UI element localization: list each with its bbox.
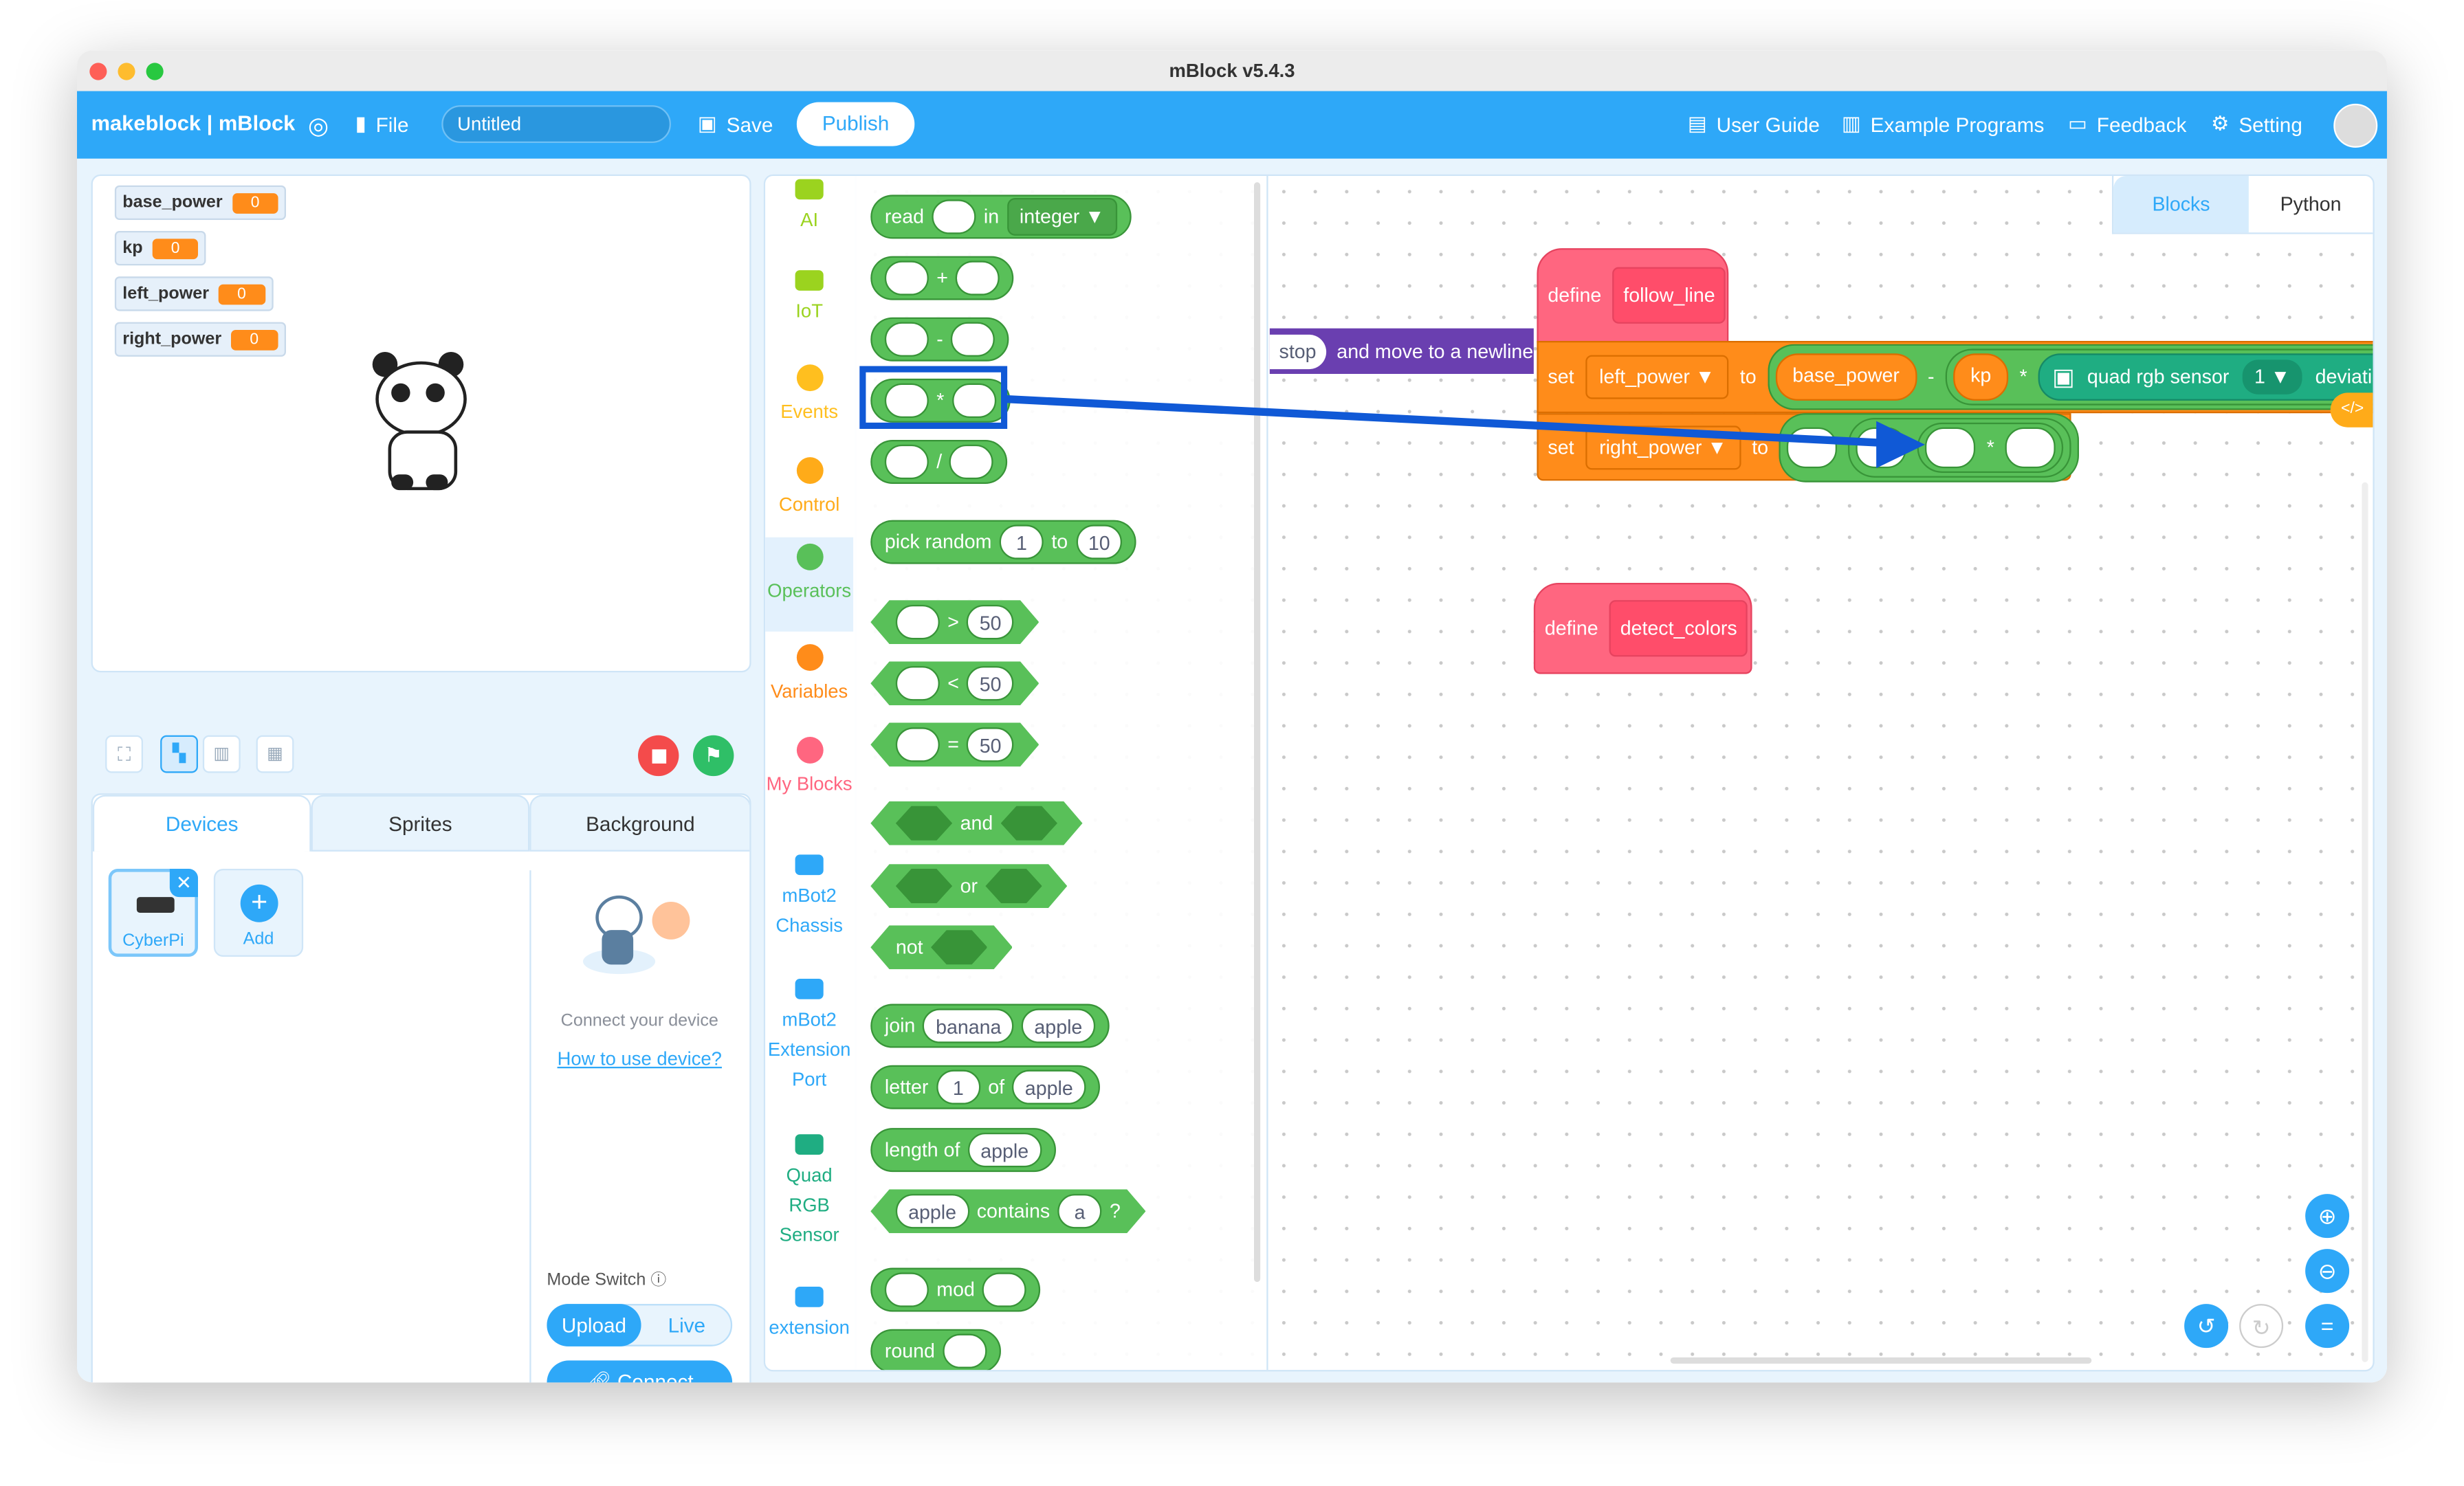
annotation-overlay bbox=[859, 366, 1925, 469]
annotation-arrow-line bbox=[1005, 395, 1886, 447]
highlight-box bbox=[859, 366, 1008, 429]
arrow-head-icon bbox=[1876, 421, 1925, 469]
